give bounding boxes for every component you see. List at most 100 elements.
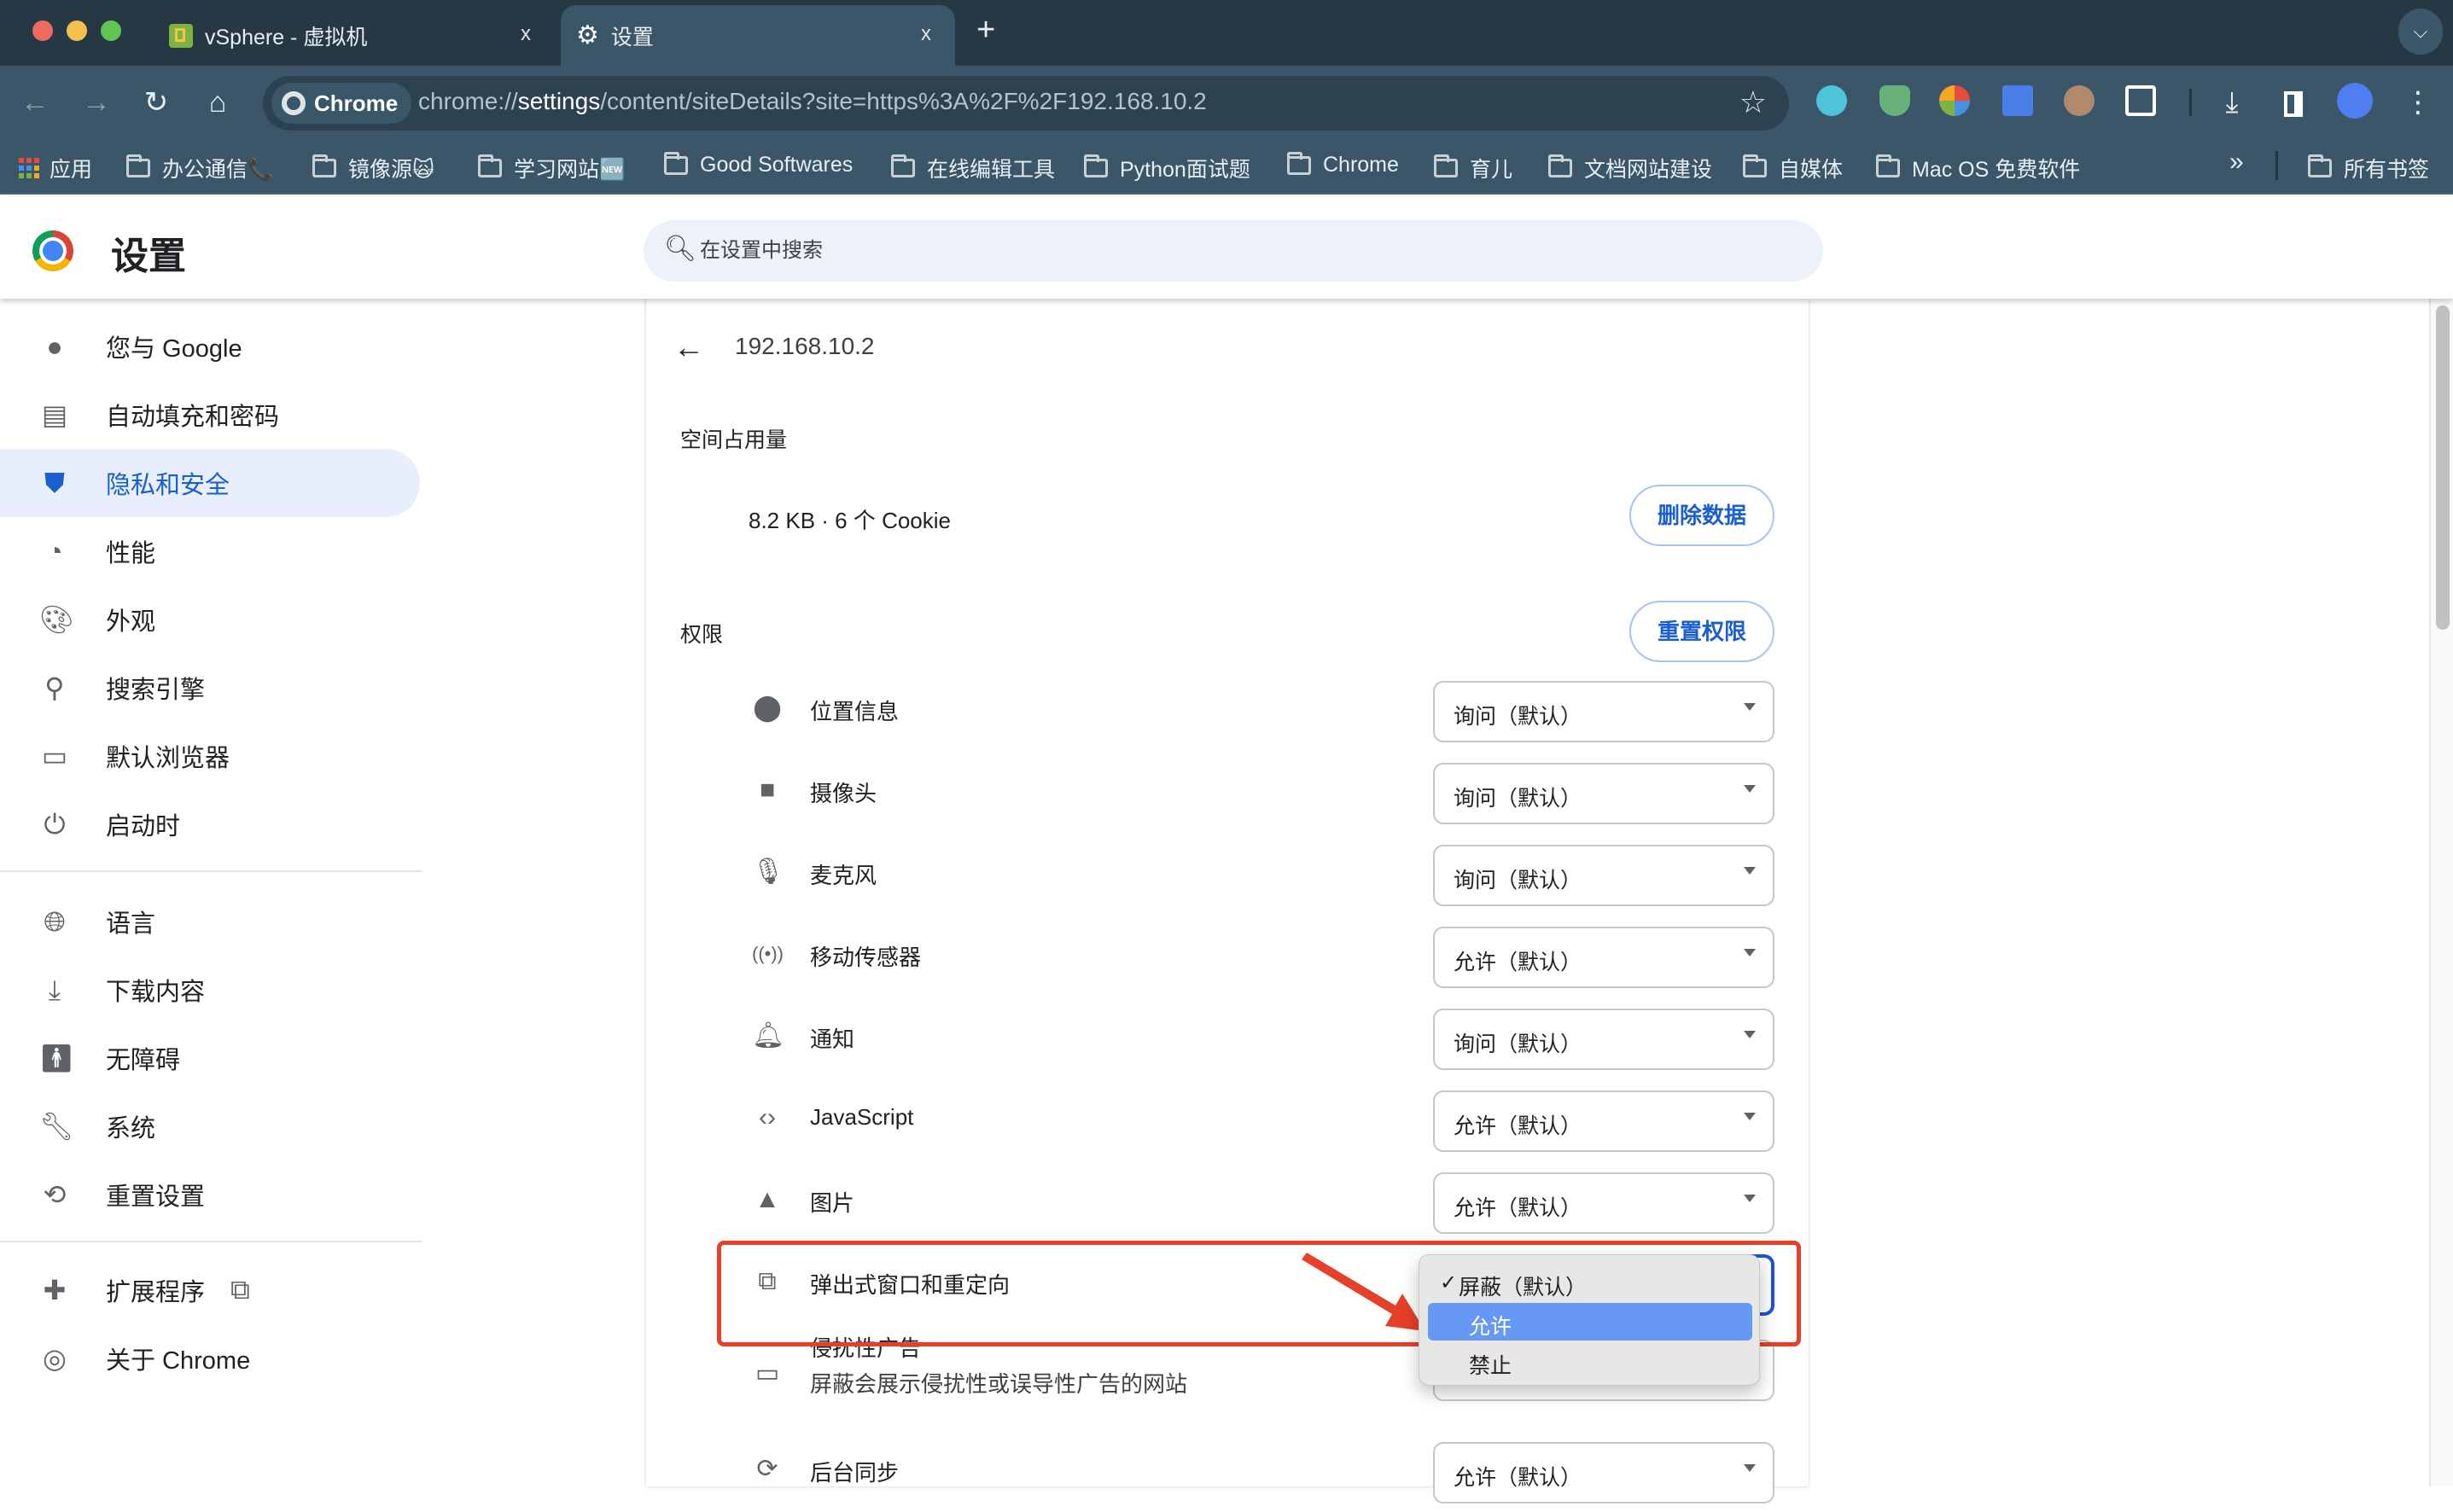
- close-tab-icon[interactable]: x: [521, 22, 531, 46]
- sidebar-item-autofill[interactable]: ▤ 自动填充和密码: [0, 381, 420, 449]
- address-bar[interactable]: Chrome chrome://settings/content/siteDet…: [263, 76, 1789, 131]
- reload-icon: ↻: [143, 86, 169, 119]
- permission-select[interactable]: 询问（默认）: [1433, 1009, 1774, 1070]
- reload-button[interactable]: ↻: [137, 83, 176, 122]
- back-button[interactable]: ←: [15, 83, 55, 122]
- vsphere-icon: [169, 23, 193, 48]
- speedometer-icon: ◔: [46, 536, 63, 567]
- permission-select[interactable]: 允许（默认）: [1433, 1442, 1774, 1503]
- bookmark-folder[interactable]: 镜像源🙀: [312, 153, 434, 183]
- sidebar-item-about-chrome[interactable]: ◎ 关于 Chrome: [0, 1324, 420, 1393]
- bookmark-folder[interactable]: 办公通信📞: [126, 153, 274, 183]
- site-title: 192.168.10.2: [735, 333, 875, 359]
- minimize-window-button[interactable]: [67, 20, 87, 41]
- bookmark-folder[interactable]: Python面试题: [1084, 153, 1250, 183]
- reset-permissions-button[interactable]: 重置权限: [1629, 601, 1774, 662]
- back-arrow-icon[interactable]: ←: [673, 329, 704, 365]
- permission-row-microphone: 🎙︎ 麦克风 询问（默认）: [646, 833, 1809, 915]
- bookmark-folder[interactable]: 自媒体: [1743, 153, 1843, 183]
- scrollbar-thumb[interactable]: [2436, 305, 2450, 630]
- close-tab-icon[interactable]: x: [921, 22, 931, 46]
- profile-avatar[interactable]: [2337, 83, 2373, 119]
- sidebar-item-extensions[interactable]: ✚ 扩展程序 ⧉: [0, 1256, 420, 1324]
- permission-label: 侵扰性广告: [810, 1335, 922, 1361]
- bookmark-folder[interactable]: Chrome: [1287, 151, 1399, 177]
- sidebar-item-privacy[interactable]: ⛊ 隐私和安全: [0, 449, 420, 517]
- sidebar-item-accessibility[interactable]: 🚹︎ 无障碍: [0, 1024, 420, 1092]
- settings-search[interactable]: 🔍︎: [644, 220, 1823, 282]
- permission-row-background-sync: ⟳ 后台同步 允许（默认）: [646, 1430, 1809, 1512]
- sidebar-item-label: 默认浏览器: [106, 745, 230, 772]
- bookmark-folder[interactable]: 学习网站🆕: [478, 153, 626, 183]
- permission-select[interactable]: 允许（默认）: [1433, 1090, 1774, 1152]
- image-icon: ▲: [755, 1185, 780, 1213]
- bookmark-apps[interactable]: 应用: [19, 153, 92, 183]
- bookmark-label: 育儿: [1470, 158, 1513, 182]
- forward-button[interactable]: →: [77, 83, 116, 122]
- tab-settings[interactable]: ⚙ 设置 x: [561, 5, 955, 66]
- open-in-new-icon: ⧉: [758, 1267, 777, 1295]
- sidebar-item-you-and-google[interactable]: ● 您与 Google: [0, 312, 420, 381]
- search-input[interactable]: [700, 220, 1724, 282]
- dropdown-arrow-icon: [1744, 949, 1756, 957]
- permissions-section-label: 权限: [680, 623, 724, 647]
- usage-section-label: 空间占用量: [680, 428, 788, 452]
- all-bookmarks-button[interactable]: 所有书签: [2308, 153, 2429, 183]
- url-text[interactable]: chrome://settings/content/siteDetails?si…: [418, 88, 1207, 115]
- sidebar-item-reset[interactable]: ⟲ 重置设置: [0, 1160, 420, 1229]
- permission-select[interactable]: 询问（默认）: [1433, 681, 1774, 742]
- downloads-button[interactable]: ⤓: [2212, 83, 2252, 122]
- google-translate-extension-icon[interactable]: [2002, 85, 2033, 116]
- folder-icon: [1287, 151, 1311, 175]
- tab-strip: vSphere - 虚拟机 x ⚙ 设置 x + ⌵: [0, 0, 2453, 66]
- sidebar-item-languages[interactable]: 🌐︎ 语言: [0, 887, 420, 956]
- folder-icon: [891, 154, 915, 177]
- sidebar-item-default-browser[interactable]: ▭ 默认浏览器: [0, 722, 420, 790]
- tab-vsphere[interactable]: vSphere - 虚拟机 x: [154, 5, 555, 66]
- menu-option-deny[interactable]: 禁止: [1428, 1342, 1752, 1380]
- bookmark-label: 文档网站建设: [1584, 158, 1713, 182]
- menu-option-allow[interactable]: 允许: [1428, 1303, 1752, 1340]
- sidebar-item-appearance[interactable]: 🎨︎ 外观: [0, 585, 420, 654]
- permission-select[interactable]: 询问（默认）: [1433, 763, 1774, 824]
- sidebar-item-system[interactable]: 🔧︎ 系统: [0, 1092, 420, 1160]
- sidebar-item-on-startup[interactable]: ⏻ 启动时: [0, 790, 420, 858]
- home-button[interactable]: ⌂: [198, 83, 237, 122]
- sidebar-divider: [0, 870, 422, 872]
- sidebar: ● 您与 Google ▤ 自动填充和密码 ⛊ 隐私和安全 ◔ 性能 🎨︎ 外观 ⚲ 搜索引…: [0, 299, 422, 1486]
- menu-option-block[interactable]: ✓ 屏蔽（默认）: [1428, 1264, 1752, 1301]
- bookmark-folder[interactable]: 育儿: [1434, 153, 1512, 183]
- page-scrollbar[interactable]: [2429, 299, 2453, 1486]
- side-panel-button[interactable]: [2274, 83, 2313, 122]
- delete-data-button[interactable]: 删除数据: [1629, 485, 1774, 546]
- glasses-extension-icon[interactable]: [2064, 85, 2095, 116]
- bookmark-star-icon[interactable]: ☆: [1739, 84, 1767, 120]
- site-info-chip[interactable]: Chrome: [271, 83, 412, 124]
- bookmark-folder[interactable]: Mac OS 免费软件: [1876, 153, 2080, 183]
- clock-extension-icon[interactable]: [1939, 85, 1970, 116]
- adguard-extension-icon[interactable]: [1879, 85, 1910, 116]
- tab-search-button[interactable]: ⌵: [2398, 9, 2443, 55]
- close-window-button[interactable]: [32, 20, 53, 41]
- menu-button[interactable]: ⋮: [2398, 83, 2438, 122]
- bookmark-folder[interactable]: 在线编辑工具: [891, 153, 1055, 183]
- permission-select[interactable]: 允许（默认）: [1433, 927, 1774, 988]
- usage-value: 8.2 KB · 6 个 Cookie: [749, 508, 951, 533]
- sidebar-item-downloads[interactable]: ⤓ 下载内容: [0, 956, 420, 1024]
- permission-select[interactable]: 询问（默认）: [1433, 845, 1774, 906]
- new-tab-button[interactable]: +: [976, 12, 995, 49]
- select-value: 询问（默认）: [1454, 787, 1582, 811]
- permission-select[interactable]: 允许（默认）: [1433, 1172, 1774, 1234]
- maximize-window-button[interactable]: [101, 20, 121, 41]
- sidebar-item-search-engine[interactable]: ⚲ 搜索引擎: [0, 654, 420, 722]
- bookmark-folder[interactable]: 文档网站建设: [1548, 153, 1712, 183]
- extensions-puzzle-icon[interactable]: [2125, 85, 2156, 116]
- bookmark-folder[interactable]: Good Softwares: [664, 151, 853, 177]
- folder-icon: [1876, 154, 1900, 177]
- sidebar-item-performance[interactable]: ◔ 性能: [0, 517, 420, 585]
- cleaner-extension-icon[interactable]: [1816, 85, 1847, 116]
- bookmarks-overflow-button[interactable]: »: [2229, 148, 2244, 177]
- arrow-left-icon: ←: [20, 86, 50, 119]
- permission-row-motion-sensors: ((•)) 移动传感器 允许（默认）: [646, 915, 1809, 997]
- permission-label: JavaScript: [810, 1104, 914, 1130]
